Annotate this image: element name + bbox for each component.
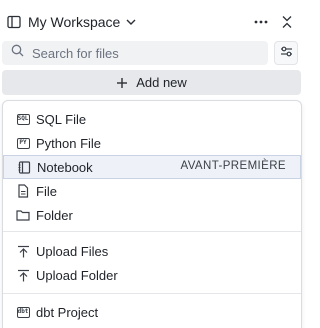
sidebar-panel-icon[interactable] [6, 14, 22, 30]
python-file-icon: PY [16, 136, 30, 150]
workspace-title[interactable]: My Workspace [28, 14, 120, 30]
menu-item-label: File [36, 183, 57, 199]
menu-item-label: SQL File [36, 111, 87, 127]
menu-item-folder[interactable]: Folder [3, 203, 301, 227]
menu-item-label: Folder [36, 207, 73, 223]
notebook-icon [17, 160, 31, 174]
add-new-button[interactable]: Add new [2, 70, 301, 95]
more-horizontal-icon[interactable] [250, 11, 272, 33]
workspace-panel: My Workspace Add new SQL SQL F [0, 0, 306, 328]
menu-divider [3, 231, 301, 232]
menu-divider [3, 293, 301, 294]
menu-item-upload-folder[interactable]: Upload Folder [3, 263, 301, 287]
menu-item-upload-files[interactable]: Upload Files [3, 239, 301, 263]
dbt-project-icon: dbt [16, 305, 30, 319]
upload-icon [16, 244, 30, 258]
chevron-down-icon[interactable] [125, 16, 137, 28]
plus-icon [116, 77, 128, 89]
menu-item-dbt-project[interactable]: dbt dbt Project [3, 300, 301, 324]
file-icon [16, 184, 30, 198]
search-bar [2, 41, 268, 65]
sql-file-icon: SQL [16, 112, 30, 126]
filter-settings-icon [280, 44, 293, 62]
add-new-label: Add new [136, 75, 187, 90]
menu-item-sql-file[interactable]: SQL SQL File [3, 107, 301, 131]
menu-item-notebook[interactable]: Notebook AVANT-PREMIÈRE [3, 155, 301, 179]
filter-settings-button[interactable] [274, 41, 298, 65]
menu-item-python-file[interactable]: PY Python File [3, 131, 301, 155]
menu-item-label: Python File [36, 135, 102, 151]
upload-icon [16, 268, 30, 282]
menu-item-file[interactable]: File [3, 179, 301, 203]
menu-item-label: Upload Folder [36, 267, 118, 283]
add-new-menu: SQL SQL File PY Python File Notebook AVA… [2, 100, 302, 328]
search-input[interactable] [32, 45, 252, 61]
menu-item-label: Notebook [37, 159, 93, 175]
workspace-header: My Workspace [0, 8, 306, 36]
menu-item-label: Upload Files [36, 243, 109, 259]
preview-badge: AVANT-PREMIÈRE [180, 160, 286, 172]
menu-item-label: dbt Project [36, 304, 99, 320]
search-icon [11, 44, 24, 62]
folder-icon [16, 208, 30, 222]
collapse-icon[interactable] [276, 11, 298, 33]
